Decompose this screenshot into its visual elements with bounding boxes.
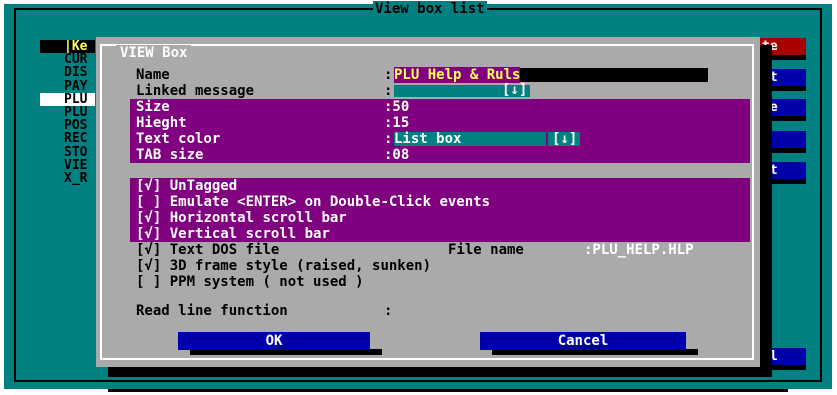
- size-label: Size: [136, 99, 170, 115]
- read-line-label: Read line function: [136, 303, 288, 319]
- text-color-colon: :: [384, 131, 393, 147]
- linked-message-label: Linked message: [136, 83, 255, 99]
- option-label: Vertical scroll bar: [169, 226, 330, 242]
- option-vertical-scroll[interactable]: [√] Vertical scroll bar: [136, 226, 330, 242]
- linked-message-arrow-button[interactable]: [↓]: [498, 82, 530, 98]
- chevron-down-icon: [↓]: [552, 131, 578, 147]
- ok-button[interactable]: OK: [178, 332, 370, 350]
- linked-message-colon: :: [384, 83, 393, 99]
- option-emulate-enter[interactable]: [ ] Emulate <ENTER> on Double-Click even…: [136, 194, 490, 210]
- name-value: PLU Help & Ruls: [394, 67, 521, 83]
- name-colon: :: [384, 67, 393, 83]
- view-box-dialog: VIEW Box Name : PLU Help & Ruls Linked m…: [96, 37, 760, 367]
- option-label: 3D frame style (raised, sunken): [169, 258, 432, 274]
- view-box-list[interactable]: |Ke CUR DIS PAY PLU PLU POS REC STO VIE …: [40, 40, 95, 200]
- option-label: Emulate <ENTER> on Double-Click events: [169, 194, 491, 210]
- option-untagged[interactable]: [√] UnTagged: [136, 178, 237, 194]
- checkbox-icon[interactable]: [√]: [136, 226, 161, 242]
- list-item[interactable]: DIS: [40, 66, 95, 79]
- text-color-label: Text color: [136, 131, 221, 147]
- tab-size-value[interactable]: :08: [384, 147, 409, 163]
- name-field[interactable]: PLU Help & Ruls: [394, 67, 708, 83]
- chevron-down-icon: [↓]: [502, 82, 528, 98]
- read-line-colon: :: [384, 303, 393, 319]
- checkbox-icon[interactable]: [√]: [136, 178, 161, 194]
- tab-size-label: TAB size: [136, 147, 204, 163]
- option-label: UnTagged: [169, 178, 238, 194]
- text-color-value: List box: [394, 131, 462, 147]
- status-bar: [108, 389, 788, 392]
- text-color-dropdown[interactable]: List box: [394, 131, 546, 147]
- linked-message-dropdown[interactable]: [394, 85, 498, 97]
- file-name-value[interactable]: :PLU_HELP.HLP: [584, 242, 694, 258]
- height-label: Hieght: [136, 115, 187, 131]
- dialog-shadow: [760, 45, 772, 375]
- option-label: Text DOS file: [169, 242, 280, 258]
- option-text-dos-file[interactable]: [√] Text DOS file: [136, 242, 279, 258]
- checkbox-icon[interactable]: [√]: [136, 242, 161, 258]
- window-title: View box list: [373, 1, 487, 17]
- dialog-shadow: [108, 367, 772, 377]
- screen: View box list |Ke CUR DIS PAY PLU PLU PO…: [0, 0, 837, 395]
- checkbox-icon[interactable]: [√]: [136, 210, 161, 226]
- text-color-arrow-button[interactable]: [↓]: [548, 131, 580, 147]
- list-item[interactable]: STO: [40, 145, 95, 159]
- list-item[interactable]: REC: [40, 132, 95, 145]
- checkbox-icon[interactable]: [ ]: [136, 194, 161, 210]
- height-value[interactable]: :15: [384, 115, 409, 131]
- name-label: Name: [136, 67, 170, 83]
- list-item[interactable]: VIE: [40, 159, 95, 172]
- list-item[interactable]: PAY: [40, 79, 95, 93]
- cancel-button[interactable]: Cancel: [480, 332, 686, 350]
- size-value[interactable]: :50: [384, 99, 409, 115]
- checkbox-icon[interactable]: [√]: [136, 258, 161, 274]
- checkbox-icon[interactable]: [ ]: [136, 274, 161, 290]
- option-3d-frame[interactable]: [√] 3D frame style (raised, sunken): [136, 258, 431, 274]
- option-label: Horizontal scroll bar: [169, 210, 347, 226]
- option-label: PPM system ( not used ): [169, 274, 364, 290]
- dialog-title: VIEW Box: [116, 45, 192, 61]
- file-name-label: File name: [448, 242, 524, 258]
- option-ppm-system[interactable]: [ ] PPM system ( not used ): [136, 274, 364, 290]
- list-item[interactable]: PLU: [40, 93, 95, 106]
- list-item[interactable]: X_R: [40, 172, 95, 185]
- option-horizontal-scroll[interactable]: [√] Horizontal scroll bar: [136, 210, 347, 226]
